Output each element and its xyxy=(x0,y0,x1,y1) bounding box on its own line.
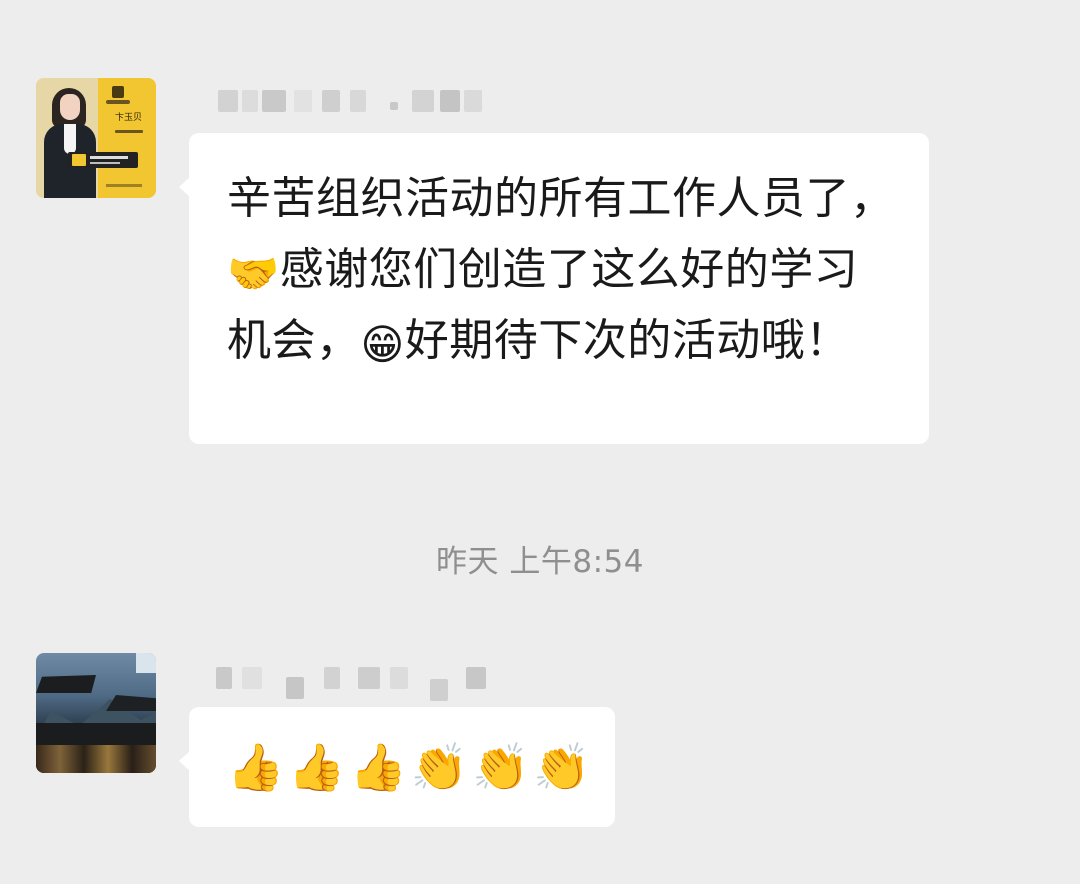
message-text: 辛苦组织活动的所有工作人员了，🤝感谢您们创造了这么好的学习机会，😁好期待下次的活… xyxy=(227,173,895,369)
message-bubble[interactable]: 辛苦组织活动的所有工作人员了，🤝感谢您们创造了这么好的学习机会，😁好期待下次的活… xyxy=(179,133,929,444)
clapping-hands-emoji-icon: 👏 xyxy=(472,740,534,794)
sender-name-blurred xyxy=(212,665,492,701)
emoji-row: 👍👍👍👏👏👏 xyxy=(227,735,595,799)
thumbs-up-emoji-icon: 👍 xyxy=(349,740,411,794)
clapping-hands-emoji-icon: 👏 xyxy=(533,740,595,794)
message-bubble[interactable]: 👍👍👍👏👏👏 xyxy=(179,707,615,827)
sender-avatar[interactable] xyxy=(36,653,156,773)
avatar-card-name: 卞玉贝 xyxy=(115,113,143,123)
handshake-emoji-icon: 🤝 xyxy=(227,249,280,298)
thumbs-up-emoji-icon: 👍 xyxy=(227,740,289,794)
grinning-face-emoji-icon: 😁 xyxy=(360,320,405,369)
message-timestamp: 昨天 上午8:54 xyxy=(436,544,644,580)
sender-avatar[interactable]: 卞玉贝 xyxy=(36,78,156,198)
logo-icon xyxy=(112,86,124,98)
sender-name-blurred xyxy=(212,88,492,118)
clapping-hands-emoji-icon: 👏 xyxy=(410,740,473,794)
thumbs-up-emoji-icon: 👍 xyxy=(288,740,350,794)
